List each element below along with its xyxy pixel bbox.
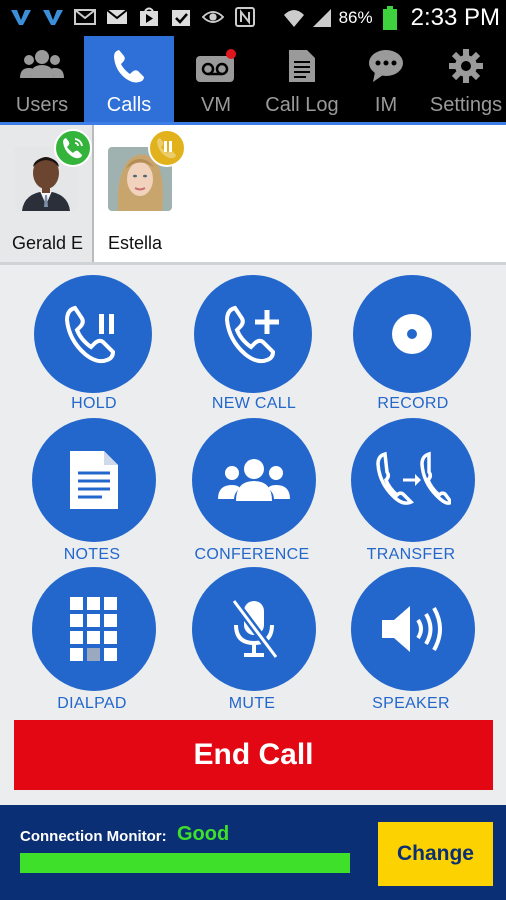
action-label: MUTE bbox=[228, 695, 276, 712]
tab-users[interactable]: Users bbox=[0, 36, 84, 124]
action-label: NOTES bbox=[63, 546, 121, 563]
phone-active-icon bbox=[54, 129, 92, 167]
call-card-estella[interactable]: Estella bbox=[92, 125, 506, 262]
tab-settings[interactable]: Settings bbox=[426, 36, 506, 124]
tab-label: Calls bbox=[106, 94, 152, 116]
signal-icon bbox=[311, 7, 333, 29]
hold-button[interactable]: HOLD bbox=[34, 275, 152, 415]
voicemail-email-icon bbox=[74, 6, 96, 28]
tab-label: Call Log bbox=[265, 94, 339, 116]
connection-quality-bar bbox=[20, 853, 350, 873]
connection-quality-fill bbox=[20, 853, 350, 873]
voicemail-icon bbox=[174, 48, 258, 84]
speaker-button[interactable]: SPEAKER bbox=[351, 567, 475, 712]
action-label: CONFERENCE bbox=[194, 546, 310, 563]
phone-add-icon bbox=[194, 275, 312, 393]
status-bar: 86% 2:33 PM bbox=[0, 0, 506, 36]
new-call-button[interactable]: NEW CALL bbox=[194, 275, 312, 415]
mic-muted-icon bbox=[192, 567, 316, 691]
hold-icon bbox=[148, 129, 186, 167]
tab-label: Settings bbox=[429, 94, 503, 116]
tab-bar: Users Calls VM Call Log IM Settings bbox=[0, 36, 506, 124]
mute-button[interactable]: MUTE bbox=[192, 567, 316, 712]
clock: 2:33 PM bbox=[410, 4, 500, 31]
speaker-icon bbox=[351, 567, 475, 691]
gmail-icon bbox=[106, 6, 128, 28]
change-button[interactable]: Change bbox=[378, 822, 493, 886]
wifi-icon bbox=[283, 7, 305, 29]
gear-icon bbox=[426, 48, 506, 84]
tab-im[interactable]: IM bbox=[346, 36, 426, 124]
conference-icon bbox=[192, 418, 316, 542]
action-label: HOLD bbox=[71, 395, 117, 412]
conference-button[interactable]: CONFERENCE bbox=[192, 418, 316, 563]
users-icon bbox=[0, 48, 84, 84]
app-v-icon bbox=[42, 6, 64, 28]
battery-percent: 86% bbox=[338, 8, 373, 27]
play-store-icon bbox=[138, 6, 160, 28]
connection-monitor-label: Connection Monitor: bbox=[20, 828, 167, 845]
task-icon bbox=[170, 6, 192, 28]
tab-call-log[interactable]: Call Log bbox=[258, 36, 346, 124]
connection-monitor: Connection Monitor: Good Change bbox=[0, 805, 506, 900]
system-icons: 86% 2:33 PM bbox=[283, 4, 500, 32]
active-calls: Gerald E Estella bbox=[0, 125, 506, 265]
chat-icon bbox=[346, 48, 426, 84]
eye-icon bbox=[202, 6, 224, 28]
end-call-button[interactable]: End Call bbox=[14, 720, 493, 790]
action-label: TRANSFER bbox=[366, 546, 456, 563]
notification-icons bbox=[10, 6, 256, 28]
action-label: SPEAKER bbox=[372, 695, 450, 712]
action-label: NEW CALL bbox=[211, 395, 297, 412]
action-label: RECORD bbox=[377, 395, 449, 412]
tab-label: IM bbox=[374, 94, 398, 116]
app-v-icon bbox=[10, 6, 32, 28]
tab-calls[interactable]: Calls bbox=[84, 36, 174, 124]
dialpad-icon bbox=[32, 567, 156, 691]
phone-icon bbox=[84, 48, 174, 84]
connection-quality-value: Good bbox=[177, 823, 230, 845]
document-icon bbox=[258, 48, 346, 84]
dialpad-button[interactable]: DIALPAD bbox=[32, 567, 156, 712]
tab-label: Users bbox=[15, 94, 69, 116]
record-icon bbox=[353, 275, 471, 393]
notes-icon bbox=[32, 418, 156, 542]
tab-label: VM bbox=[201, 94, 231, 116]
action-label: DIALPAD bbox=[57, 695, 127, 712]
call-card-gerald[interactable]: Gerald E bbox=[0, 125, 92, 262]
transfer-button[interactable]: TRANSFER bbox=[351, 418, 475, 563]
tab-vm[interactable]: VM bbox=[174, 36, 258, 124]
nfc-icon bbox=[234, 6, 256, 28]
battery-icon bbox=[379, 6, 401, 30]
caller-name: Estella bbox=[108, 233, 163, 253]
phone-hold-icon bbox=[34, 275, 152, 393]
caller-name: Gerald E bbox=[12, 233, 84, 253]
record-button[interactable]: RECORD bbox=[353, 275, 471, 415]
transfer-icon bbox=[351, 418, 475, 542]
notes-button[interactable]: NOTES bbox=[32, 418, 156, 563]
